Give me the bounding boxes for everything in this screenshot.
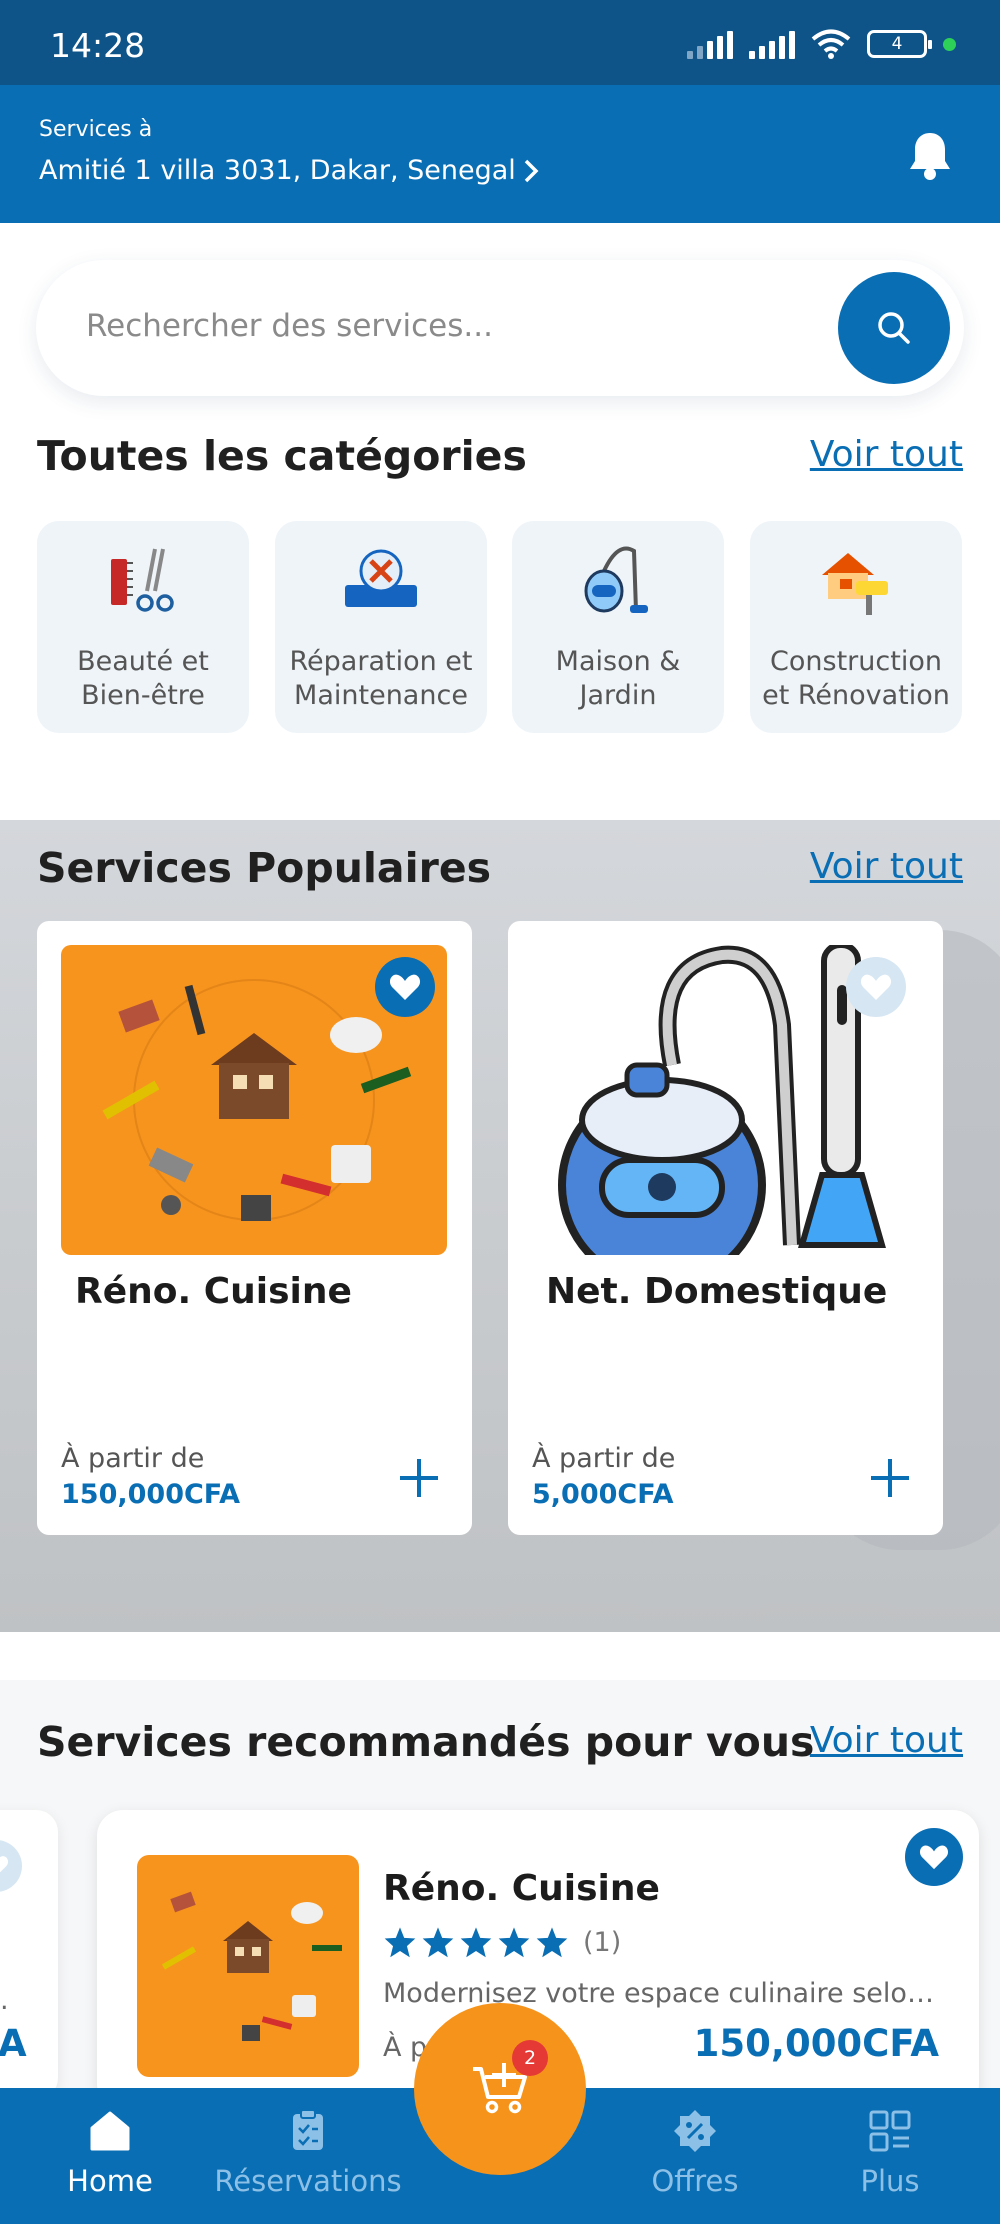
nav-more[interactable]: Plus: [840, 2108, 940, 2198]
nav-label: Offres: [651, 2164, 739, 2198]
category-home-garden[interactable]: Maison & Jardin: [512, 521, 724, 733]
status-bar: 14:28 4: [0, 0, 1000, 85]
price-from-label: À partir de: [61, 1443, 205, 1474]
cart-count-badge: 2: [512, 2040, 548, 2076]
star-icon: [422, 1927, 454, 1958]
category-label: Beauté et Bien-être: [77, 646, 209, 711]
vacuum-icon: [584, 546, 648, 613]
category-label: Réparation et Maintenance: [289, 646, 473, 711]
nav-reservations[interactable]: Réservations: [208, 2108, 408, 2198]
star-icon: [536, 1927, 568, 1958]
heart-icon: [860, 974, 892, 1000]
category-beauty[interactable]: Beauté et Bien-être: [37, 521, 249, 733]
discount-badge-icon: [674, 2110, 716, 2152]
nav-offers[interactable]: Offres: [640, 2108, 750, 2198]
partial-description: .: [0, 1985, 9, 2016]
battery-level: 4: [891, 34, 903, 54]
clipboard-icon: [293, 2109, 323, 2150]
chevron-right-icon: [524, 159, 539, 182]
location-label: Services à: [39, 117, 153, 142]
partial-price: A: [0, 2022, 27, 2065]
recommended-card-partial[interactable]: . A: [0, 1810, 58, 2100]
cart-button[interactable]: [414, 2003, 586, 2175]
recommended-title: Services recommandés pour vous: [37, 1718, 815, 1766]
price-from-label: À partir de: [532, 1443, 676, 1474]
tools-icon: [345, 549, 417, 607]
heart-icon: [919, 1845, 949, 1870]
review-count: (1): [583, 1926, 622, 1958]
home-icon: [90, 2111, 130, 2151]
categories-see-all-link[interactable]: Voir tout: [810, 434, 963, 475]
rating-stars: (1): [383, 1926, 621, 1958]
category-construction[interactable]: Construction et Rénovation: [750, 521, 962, 733]
notification-bell-icon[interactable]: [907, 129, 953, 181]
service-price: 150,000CFA: [693, 2022, 939, 2065]
search-icon: [878, 312, 910, 344]
favorite-button[interactable]: [846, 957, 906, 1017]
privacy-dot-icon: [943, 37, 956, 51]
popular-card[interactable]: Réno. Cuisine À partir de 150,000CFA: [37, 921, 472, 1535]
star-icon: [384, 1927, 416, 1958]
service-title: Réno. Cuisine: [75, 1271, 352, 1312]
search-bar[interactable]: Rechercher des services...: [36, 260, 964, 396]
location-address: Amitié 1 villa 3031, Dakar, Senegal: [39, 155, 516, 186]
grid-icon: [869, 2110, 911, 2152]
star-icon: [498, 1927, 530, 1958]
favorite-button[interactable]: [905, 1828, 963, 1886]
heart-icon: [0, 1856, 9, 1873]
add-icon[interactable]: [396, 1455, 442, 1501]
nav-label: Réservations: [214, 2164, 402, 2198]
category-label: Construction et Rénovation: [762, 646, 950, 711]
search-input[interactable]: Rechercher des services...: [86, 308, 493, 344]
service-description: Modernisez votre espace culinaire selon …: [383, 1978, 943, 2009]
service-price: 150,000CFA: [61, 1479, 241, 1510]
location-header: Services à Amitié 1 villa 3031, Dakar, S…: [0, 85, 1000, 223]
location-selector[interactable]: Amitié 1 villa 3031, Dakar, Senegal: [39, 155, 540, 186]
add-icon[interactable]: [867, 1455, 913, 1501]
service-title: Réno. Cuisine: [383, 1868, 660, 1909]
house-roller-icon: [822, 553, 888, 615]
popular-title: Services Populaires: [37, 844, 492, 892]
service-image: [137, 1855, 359, 2077]
scissors-comb-icon: [111, 548, 174, 612]
favorite-button[interactable]: [0, 1840, 22, 1892]
nav-home[interactable]: Home: [60, 2108, 160, 2198]
battery-icon: 4: [867, 30, 932, 58]
search-button[interactable]: [838, 272, 950, 384]
nav-label: Plus: [860, 2164, 920, 2198]
favorite-button[interactable]: [375, 957, 435, 1017]
recommended-see-all-link[interactable]: Voir tout: [810, 1720, 963, 1761]
popular-see-all-link[interactable]: Voir tout: [810, 846, 963, 887]
signal-icon-2: [749, 29, 795, 59]
heart-icon: [389, 974, 421, 1000]
status-icons: 4: [687, 28, 956, 60]
popular-card[interactable]: Net. Domestique À partir de 5,000CFA: [508, 921, 943, 1535]
nav-label: Home: [67, 2164, 153, 2198]
star-icon: [460, 1927, 492, 1958]
category-label: Maison & Jardin: [555, 646, 681, 711]
category-repair[interactable]: Réparation et Maintenance: [275, 521, 487, 733]
status-time: 14:28: [50, 26, 146, 65]
signal-icon: [687, 29, 733, 59]
categories-title: Toutes les catégories: [37, 432, 527, 480]
service-price: 5,000CFA: [532, 1479, 674, 1510]
wifi-icon: [811, 29, 851, 59]
service-title: Net. Domestique: [546, 1271, 888, 1312]
